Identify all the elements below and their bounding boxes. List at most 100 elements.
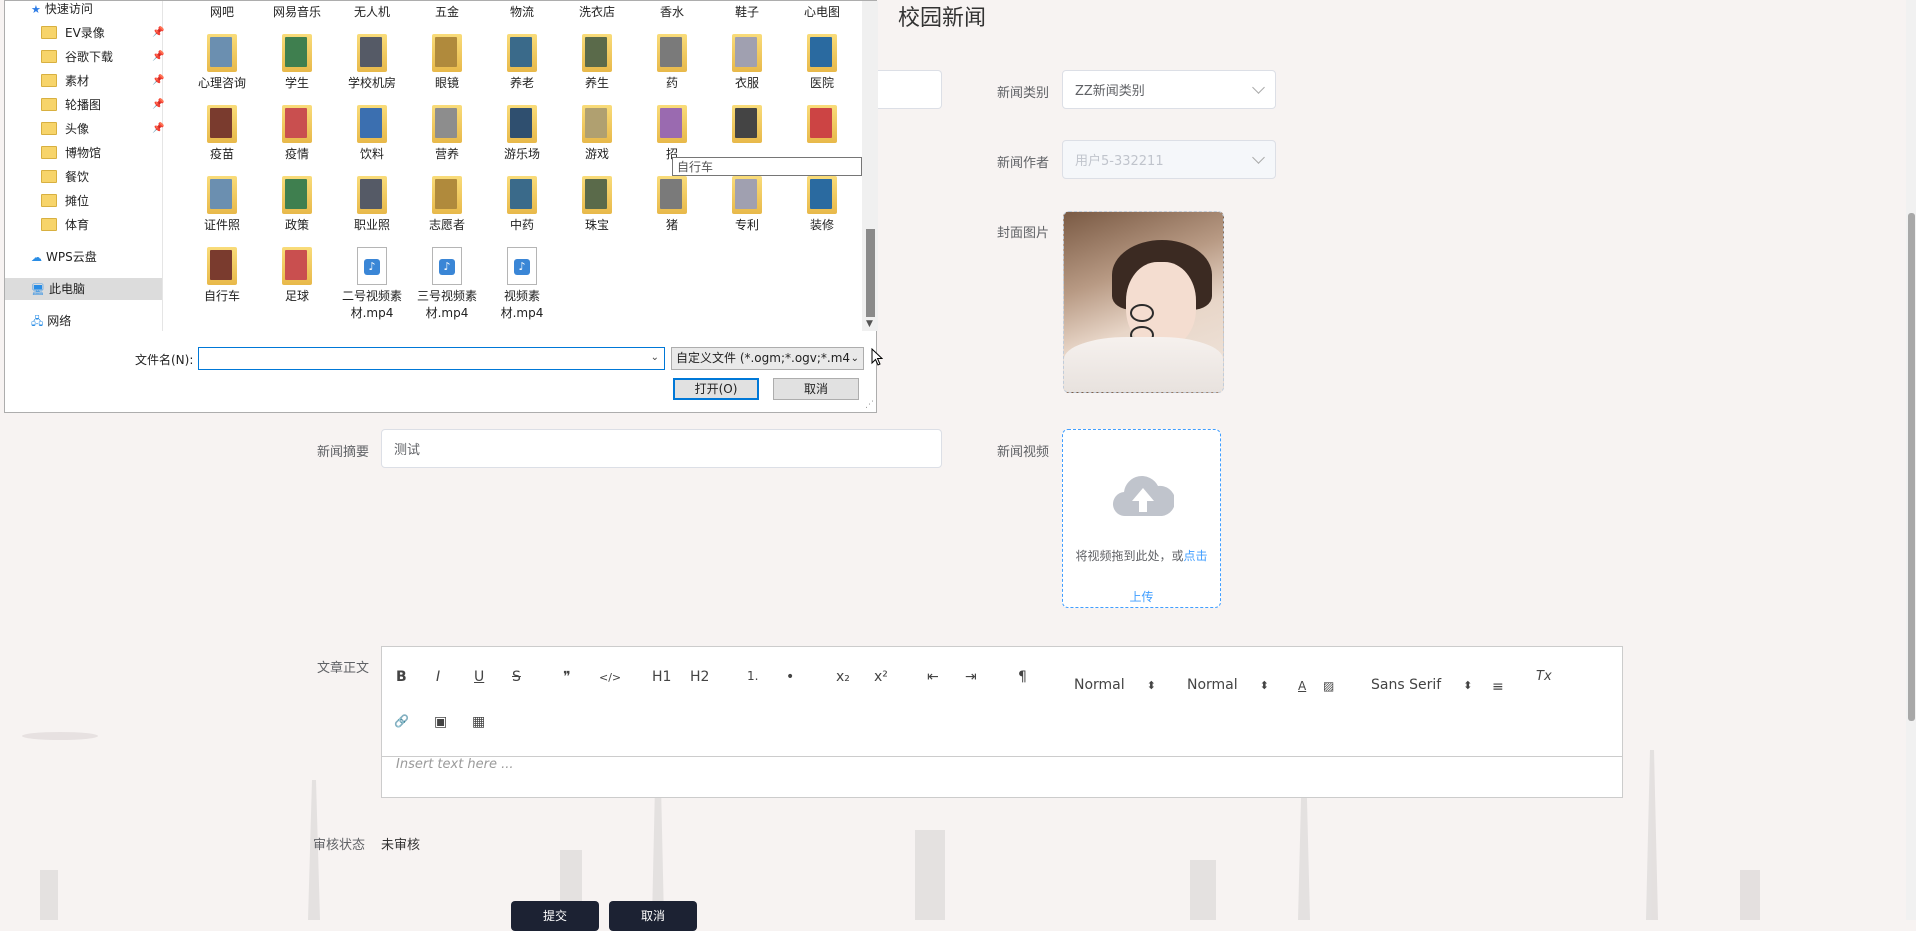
folder-item[interactable]: 证件照 (186, 176, 258, 234)
file-item-label: 中药 (509, 218, 534, 232)
cover-image[interactable] (1063, 211, 1224, 393)
scroll-down-icon[interactable]: ▼ (866, 319, 873, 329)
folder-item[interactable]: 政策 (261, 176, 333, 234)
nav-item-folder[interactable]: 摊位 (41, 190, 89, 212)
folder-item[interactable] (711, 105, 783, 146)
author-value: 用户5-332211 (1075, 154, 1164, 169)
strike-button[interactable]: S (512, 669, 521, 685)
folder-item[interactable]: 养老 (486, 34, 558, 92)
nav-item-folder[interactable]: 头像 📌 (41, 118, 164, 140)
nav-item-folder[interactable]: 体育 (41, 214, 89, 236)
file-type-filter[interactable]: 自定义文件 (*.ogm;*.ogv;*.m4 ⌄ (671, 347, 864, 370)
folder-item[interactable]: 养生 (561, 34, 633, 92)
folder-item[interactable]: 营养 (411, 105, 483, 163)
folder-item[interactable]: 疫苗 (186, 105, 258, 163)
category-select[interactable]: ZZ新闻类别 (1062, 70, 1276, 109)
font-color-button[interactable]: A (1298, 679, 1306, 693)
folder-item[interactable]: 自行车 (186, 247, 258, 305)
h2-button[interactable]: H2 (690, 669, 709, 685)
background-color-button[interactable]: ▨ (1323, 679, 1334, 693)
video-upload[interactable]: 将视频拖到此处，或点击 上传 (1062, 429, 1221, 608)
folder-item[interactable]: 香水 (636, 1, 708, 21)
folder-item[interactable]: 五金 (411, 1, 483, 21)
resize-grip-icon[interactable]: ⋰ (865, 400, 874, 410)
link-button[interactable]: 🔗 (394, 714, 409, 728)
chevron-down-icon[interactable]: ⌄ (651, 352, 659, 363)
nav-item-folder[interactable]: 素材 📌 (41, 70, 164, 92)
folder-item[interactable]: 志愿者 (411, 176, 483, 234)
nav-item-this-pc[interactable]: 🖥 此电脑 (5, 278, 162, 300)
folder-item[interactable]: 网易音乐 (261, 1, 333, 21)
ordered-list-button[interactable]: 1. (747, 669, 758, 683)
align-button[interactable]: ≡ (1492, 679, 1504, 695)
nav-item-folder[interactable]: 餐饮 (41, 166, 89, 188)
nav-item-network[interactable]: 🖧 网络 (31, 310, 71, 332)
direction-button[interactable]: ¶ (1018, 669, 1027, 685)
folder-item[interactable]: 游乐场 (486, 105, 558, 163)
folder-item[interactable]: 足球 (261, 247, 333, 305)
indent-button[interactable]: ⇥ (965, 669, 977, 685)
nav-item-wps-cloud[interactable]: ☁ WPS云盘 (31, 246, 97, 268)
video-button[interactable]: ▦ (472, 714, 485, 730)
h1-button[interactable]: H1 (652, 669, 671, 685)
video-file-item[interactable]: ♪ 视频素材.mp4 (486, 247, 558, 322)
cancel-form-button[interactable]: 取消 (609, 901, 697, 931)
folder-item[interactable]: 猪 (636, 176, 708, 234)
font-select[interactable]: Sans Serif (1371, 677, 1472, 693)
folder-item[interactable]: 衣服 (711, 34, 783, 92)
code-block-button[interactable]: </> (599, 671, 621, 684)
folder-item[interactable]: 饮料 (336, 105, 408, 163)
folder-item[interactable]: 装修 (786, 176, 858, 234)
folder-item[interactable]: 网吧 (186, 1, 258, 21)
nav-item-folder[interactable]: 轮播图 📌 (41, 94, 164, 116)
nav-item-folder[interactable]: EV录像 📌 (41, 22, 164, 44)
dialog-scrollbar[interactable]: ▼ (862, 1, 878, 331)
folder-item[interactable]: 药 (636, 34, 708, 92)
rich-text-editor[interactable]: B I U S ❞ </> H1 H2 1. • x₂ x² ⇤ ⇥ ¶ Nor… (381, 646, 1623, 798)
nav-item-folder[interactable]: 谷歌下载 📌 (41, 46, 164, 68)
header-select[interactable]: Normal (1187, 677, 1269, 693)
folder-item[interactable]: 心理咨询 (186, 34, 258, 92)
folder-item[interactable]: 医院 (786, 34, 858, 92)
italic-button[interactable]: I (436, 669, 440, 685)
folder-item[interactable] (786, 105, 858, 146)
folder-item[interactable]: 心电图 (786, 1, 858, 21)
nav-item-quick-access[interactable]: ★ 快速访问 (31, 0, 93, 20)
folder-item[interactable]: 职业照 (336, 176, 408, 234)
subscript-button[interactable]: x₂ (836, 669, 850, 685)
folder-item[interactable]: 洗衣店 (561, 1, 633, 21)
upload-click-link[interactable]: 点击 (1184, 549, 1208, 563)
video-file-item[interactable]: ♪ 三号视频素材.mp4 (411, 247, 483, 322)
folder-item[interactable]: 疫情 (261, 105, 333, 163)
summary-input[interactable]: 测试 (381, 429, 942, 468)
nav-item-folder[interactable]: 博物馆 (41, 142, 101, 164)
bold-button[interactable]: B (396, 669, 407, 685)
video-file-item[interactable]: ♪ 二号视频素材.mp4 (336, 247, 408, 322)
folder-item[interactable]: 鞋子 (711, 1, 783, 21)
folder-item[interactable]: 学校机房 (336, 34, 408, 92)
folder-item[interactable]: 专利 (711, 176, 783, 234)
image-button[interactable]: ▣ (434, 714, 447, 730)
upload-link[interactable]: 上传 (1063, 588, 1220, 605)
size-select[interactable]: Normal (1074, 677, 1156, 693)
folder-item[interactable]: 眼镜 (411, 34, 483, 92)
blockquote-button[interactable]: ❞ (563, 669, 571, 685)
folder-item[interactable]: 招 (636, 105, 708, 163)
submit-button[interactable]: 提交 (511, 901, 599, 931)
superscript-button[interactable]: x² (874, 669, 888, 685)
folder-item[interactable]: 珠宝 (561, 176, 633, 234)
dialog-scrollbar-thumb[interactable] (866, 229, 875, 317)
folder-item[interactable]: 物流 (486, 1, 558, 21)
underline-button[interactable]: U (474, 669, 484, 685)
outdent-button[interactable]: ⇤ (927, 669, 939, 685)
bullet-list-button[interactable]: • (786, 669, 794, 685)
page-scrollbar-thumb[interactable] (1908, 213, 1915, 721)
filename-input[interactable]: ⌄ (198, 347, 665, 370)
folder-item[interactable]: 学生 (261, 34, 333, 92)
dialog-cancel-button[interactable]: 取消 (773, 378, 859, 400)
clean-format-button[interactable]: Tx (1536, 669, 1552, 684)
open-button[interactable]: 打开(O) (673, 378, 759, 400)
folder-item[interactable]: 游戏 (561, 105, 633, 163)
folder-item[interactable]: 无人机 (336, 1, 408, 21)
folder-item[interactable]: 中药 (486, 176, 558, 234)
